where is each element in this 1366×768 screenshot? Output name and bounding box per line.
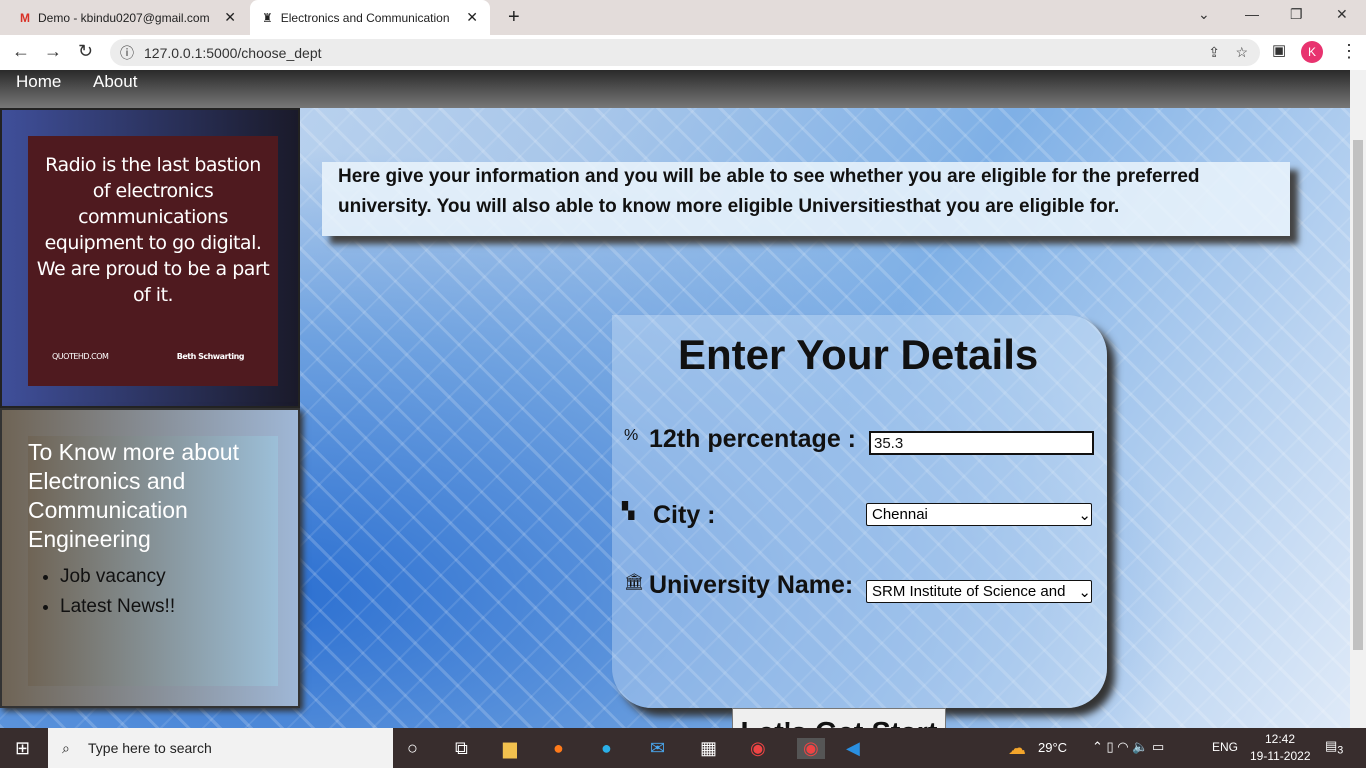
chrome-active-icon[interactable]: ◉ — [797, 738, 825, 759]
address-bar-row: ← → ↻ ⓘ 127.0.0.1:5000/choose_dept ⇪ ☆ ▣ K … — [0, 35, 1366, 70]
chevron-down-icon: ⌄ — [1078, 506, 1091, 524]
link-latest-news[interactable]: Latest News!! — [60, 592, 278, 622]
percentage-input[interactable]: 35.3 — [869, 431, 1094, 455]
submit-button[interactable]: Let's Get Start — [732, 708, 946, 728]
taskbar-search[interactable]: ⌕ Type here to search — [48, 728, 393, 768]
task-view-icon[interactable]: ⧉ — [455, 738, 468, 759]
mail-icon[interactable]: ✉ — [650, 738, 665, 759]
map-icon: ▚ — [622, 503, 635, 520]
firefox-icon[interactable]: ● — [553, 738, 564, 759]
share-icon[interactable]: ⇪ — [1208, 44, 1220, 61]
tab-bar: M Demo - kbindu0207@gmail.com ✕ ♜ Electroni… — [0, 0, 1366, 35]
weather-icon: ☁ — [1008, 738, 1026, 758]
scrollbar[interactable] — [1350, 70, 1366, 728]
tower-icon: ♜ — [262, 10, 273, 25]
university-select[interactable]: SRM Institute of Science and ⌄ — [866, 580, 1092, 603]
gmail-icon: M — [20, 10, 30, 25]
new-tab-button[interactable]: + — [496, 0, 532, 35]
nav-about[interactable]: About — [93, 72, 137, 92]
language-indicator[interactable]: ENG — [1212, 740, 1238, 754]
edge-icon[interactable]: ● — [601, 738, 612, 759]
info-banner: Here give your information and you will … — [322, 162, 1290, 236]
tab-search-icon[interactable]: ⌄ — [1198, 6, 1210, 23]
top-navbar: Home About — [0, 70, 1350, 108]
university-label: University Name: — [649, 571, 854, 599]
link-job-vacancy[interactable]: Job vacancy — [60, 562, 278, 592]
file-explorer-icon[interactable]: ▆ — [503, 738, 517, 759]
back-button[interactable]: ← — [12, 41, 30, 62]
profile-avatar[interactable]: K — [1301, 41, 1323, 63]
reload-button[interactable]: ↻ — [78, 41, 93, 62]
vscode-icon[interactable]: ◀ — [846, 738, 860, 759]
close-tab-icon[interactable]: ✕ — [466, 9, 478, 26]
percent-icon: % — [624, 427, 639, 444]
close-tab-icon[interactable]: ✕ — [224, 9, 236, 26]
close-window-button[interactable]: ✕ — [1336, 6, 1348, 23]
info-icon: ⓘ — [120, 44, 134, 61]
windows-start-icon[interactable]: ⊞ — [15, 738, 30, 759]
city-select[interactable]: Chennai ⌄ — [866, 503, 1092, 526]
page-content: Home About Radio is the last bastion of … — [0, 70, 1350, 728]
percentage-label: 12th percentage : — [649, 425, 857, 453]
clock-time[interactable]: 12:42 — [1265, 732, 1295, 746]
side-panel-icon[interactable]: ▣ — [1272, 41, 1286, 59]
university-icon: 🏛 — [624, 574, 645, 591]
chrome-icon[interactable]: ◉ — [750, 738, 766, 759]
minimize-button[interactable]: — — [1245, 6, 1259, 22]
restore-button[interactable]: ❐ — [1290, 6, 1303, 23]
weather-temp: 29°C — [1038, 740, 1068, 755]
chevron-down-icon: ⌄ — [1078, 583, 1091, 601]
quote-image: Radio is the last bastion of electronics… — [28, 136, 278, 386]
tab-gmail[interactable]: M Demo - kbindu0207@gmail.com ✕ — [8, 0, 248, 35]
search-icon: ⌕ — [62, 739, 70, 756]
taskbar: ⊞ ⌕ Type here to search ○ ⧉ ▆ ● ● ✉ ▦ ◉ ◉… — [0, 728, 1366, 768]
forward-button[interactable]: → — [44, 41, 62, 62]
scrollbar-thumb[interactable] — [1353, 140, 1363, 650]
store-icon[interactable]: ▦ — [700, 738, 717, 759]
info-panel: To Know more about Electronics and Commu… — [0, 408, 300, 708]
city-label: City : — [653, 501, 716, 529]
info-title: To Know more about Electronics and Commu… — [28, 439, 239, 552]
tab-ece[interactable]: ♜ Electronics and Communication E ✕ — [250, 0, 490, 35]
clock-date[interactable]: 19-11-2022 — [1250, 749, 1311, 763]
url-input[interactable]: ⓘ 127.0.0.1:5000/choose_dept ⇪ ☆ — [110, 39, 1260, 66]
menu-icon[interactable]: ⋮ — [1340, 41, 1358, 62]
cortana-icon[interactable]: ○ — [407, 738, 418, 759]
form-title: Enter Your Details — [678, 331, 1039, 378]
notification-icon[interactable]: ▤3 — [1325, 738, 1343, 757]
quote-panel: Radio is the last bastion of electronics… — [0, 108, 300, 408]
details-form: Enter Your Details % 12th percentage : 3… — [612, 315, 1107, 728]
bookmark-star-icon[interactable]: ☆ — [1235, 44, 1248, 61]
nav-home[interactable]: Home — [16, 72, 61, 92]
tray-icons[interactable]: ⌃ ▯ ◠ 🔈 ▭ — [1092, 739, 1164, 755]
